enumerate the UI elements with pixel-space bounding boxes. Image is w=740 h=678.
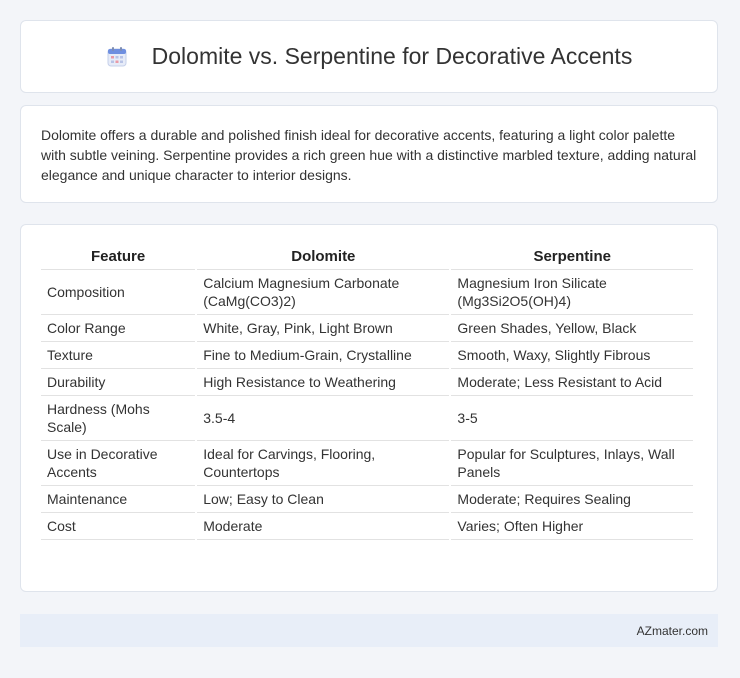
serpentine-cell: Varies; Often Higher [451,513,693,540]
table-header-row: Feature Dolomite Serpentine [41,245,693,270]
title-card: Dolomite vs. Serpentine for Decorative A… [20,20,718,93]
dolomite-cell: 3.5-4 [197,396,450,441]
dolomite-cell: High Resistance to Weathering [197,369,450,396]
feature-cell: Color Range [41,315,196,342]
table-row: Hardness (Mohs Scale) 3.5-4 3-5 [41,396,693,441]
intro-card: Dolomite offers a durable and polished f… [20,105,718,203]
serpentine-cell: Popular for Sculptures, Inlays, Wall Pan… [451,441,693,486]
footer-brand: AZmater.com [636,623,708,638]
feature-cell: Use in Decorative Accents [41,441,196,486]
dolomite-cell: Fine to Medium-Grain, Crystalline [197,342,450,369]
dolomite-cell: Calcium Magnesium Carbonate (CaMg(CO3)2) [197,270,450,315]
table-row: Maintenance Low; Easy to Clean Moderate;… [41,486,693,513]
header-feature: Feature [41,245,196,270]
feature-cell: Composition [41,270,196,315]
serpentine-cell: Green Shades, Yellow, Black [451,315,693,342]
serpentine-cell: Magnesium Iron Silicate (Mg3Si2O5(OH)4) [451,270,693,315]
table-row: Composition Calcium Magnesium Carbonate … [41,270,693,315]
intro-text: Dolomite offers a durable and polished f… [41,127,697,183]
dolomite-cell: Low; Easy to Clean [197,486,450,513]
feature-cell: Hardness (Mohs Scale) [41,396,196,441]
dolomite-cell: Moderate [197,513,450,540]
comparison-table: Feature Dolomite Serpentine Composition … [39,245,695,540]
feature-cell: Cost [41,513,196,540]
feature-cell: Texture [41,342,196,369]
feature-cell: Durability [41,369,196,396]
serpentine-cell: 3-5 [451,396,693,441]
page-title: Dolomite vs. Serpentine for Decorative A… [151,43,633,69]
table-row: Cost Moderate Varies; Often Higher [41,513,693,540]
table-row: Use in Decorative Accents Ideal for Carv… [41,441,693,486]
dolomite-cell: Ideal for Carvings, Flooring, Countertop… [197,441,450,486]
calendar-icon [106,46,128,68]
table-row: Texture Fine to Medium-Grain, Crystallin… [41,342,693,369]
footer: AZmater.com [20,614,718,647]
feature-cell: Maintenance [41,486,196,513]
serpentine-cell: Smooth, Waxy, Slightly Fibrous [451,342,693,369]
dolomite-cell: White, Gray, Pink, Light Brown [197,315,450,342]
serpentine-cell: Moderate; Less Resistant to Acid [451,369,693,396]
header-dolomite: Dolomite [197,245,450,270]
table-row: Durability High Resistance to Weathering… [41,369,693,396]
serpentine-cell: Moderate; Requires Sealing [451,486,693,513]
table-card: Feature Dolomite Serpentine Composition … [20,224,718,592]
table-row: Color Range White, Gray, Pink, Light Bro… [41,315,693,342]
header-serpentine: Serpentine [451,245,693,270]
